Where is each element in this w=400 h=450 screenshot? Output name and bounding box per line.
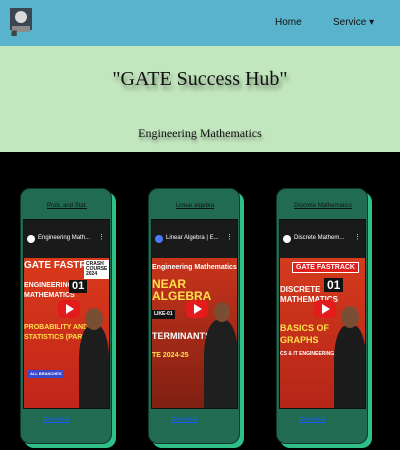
video-thumbnail[interactable]: Engineering Math... ⋮ GATE FASTRACK CRAS… — [23, 219, 110, 409]
thumb-text: GATE FASTRACK — [292, 262, 359, 273]
kebab-menu-icon[interactable]: ⋮ — [98, 233, 105, 241]
hero-banner: "GATE Success Hub" Engineering Mathemati… — [0, 46, 400, 152]
thumb-text: MATHEMATICS — [24, 292, 75, 299]
play-icon[interactable] — [58, 300, 80, 318]
video-title: Engineering Math... — [38, 235, 91, 241]
presenter-head — [341, 306, 359, 328]
thumb-text: PROBABILITY AND — [24, 324, 89, 331]
nav-home-link[interactable]: Home — [275, 17, 302, 28]
thumb-text: BASICS OF — [280, 323, 330, 333]
video-thumbnail[interactable]: Linear Algebra | E... ⋮ Engineering Math… — [151, 219, 238, 409]
thumb-text: ALL BRANCHES — [28, 370, 64, 378]
play-icon[interactable] — [314, 300, 336, 318]
course-cards: Prob. and Stat. Engineering Math... ⋮ GA… — [0, 152, 400, 450]
thumb-text: TE 2024-25 — [152, 352, 189, 359]
svg-text:⬛: ⬛ — [11, 30, 17, 36]
channel-avatar — [27, 235, 35, 243]
card-title[interactable]: Discrete Mathematics — [277, 203, 369, 209]
page-subtitle: Engineering Mathematics — [138, 126, 262, 140]
click-here-link[interactable]: Click here — [171, 417, 198, 423]
nav-service-dropdown[interactable]: Service ▾ — [333, 17, 374, 28]
page-title: "GATE Success Hub" — [112, 68, 288, 90]
thumb-text: DISCRETE — [280, 285, 321, 294]
logo-icon[interactable]: ⬛ — [8, 4, 34, 36]
presenter-figure — [334, 325, 365, 408]
presenter-head — [214, 302, 230, 322]
card-title[interactable]: Prob. and Stat. — [21, 203, 113, 209]
thumb-text: LIKE-01 — [152, 310, 175, 319]
channel-avatar — [283, 235, 291, 243]
course-card-probability: Prob. and Stat. Engineering Math... ⋮ GA… — [20, 188, 112, 444]
channel-avatar — [155, 235, 163, 243]
card-title[interactable]: Linear algebra — [149, 203, 241, 209]
click-here-link[interactable]: Click here — [299, 417, 326, 423]
play-icon[interactable] — [186, 300, 208, 318]
click-here-link[interactable]: Click here — [43, 417, 70, 423]
top-navbar: ⬛ Home Service ▾ — [0, 0, 400, 46]
thumb-text: Engineering Mathematics — [152, 264, 237, 271]
presenter-figure — [79, 325, 109, 408]
video-title: Linear Algebra | E... — [166, 235, 219, 241]
thumb-badge: CRASH COURSE 2024 — [84, 260, 109, 279]
thumb-number: 01 — [69, 280, 88, 293]
video-title: Discrete Mathem... — [294, 235, 345, 241]
thumb-text: ENGINEERING — [24, 282, 74, 289]
thumb-text: NEAR ALGEBRA — [152, 277, 212, 303]
course-card-discrete-math: Discrete Mathematics Discrete Mathem... … — [276, 188, 368, 444]
video-thumbnail[interactable]: Discrete Mathem... ⋮ GATE FASTRACK DISCR… — [279, 219, 366, 409]
thumb-number: 01 — [324, 278, 344, 292]
thumb-text: GRAPHS — [280, 335, 319, 345]
presenter-figure — [204, 320, 237, 408]
thumb-text: CS & IT ENGINEERING — [280, 351, 335, 357]
kebab-menu-icon[interactable]: ⋮ — [226, 233, 233, 241]
kebab-menu-icon[interactable]: ⋮ — [354, 233, 361, 241]
presenter-head — [85, 308, 103, 330]
course-card-linear-algebra: Linear algebra Linear Algebra | E... ⋮ E… — [148, 188, 240, 444]
